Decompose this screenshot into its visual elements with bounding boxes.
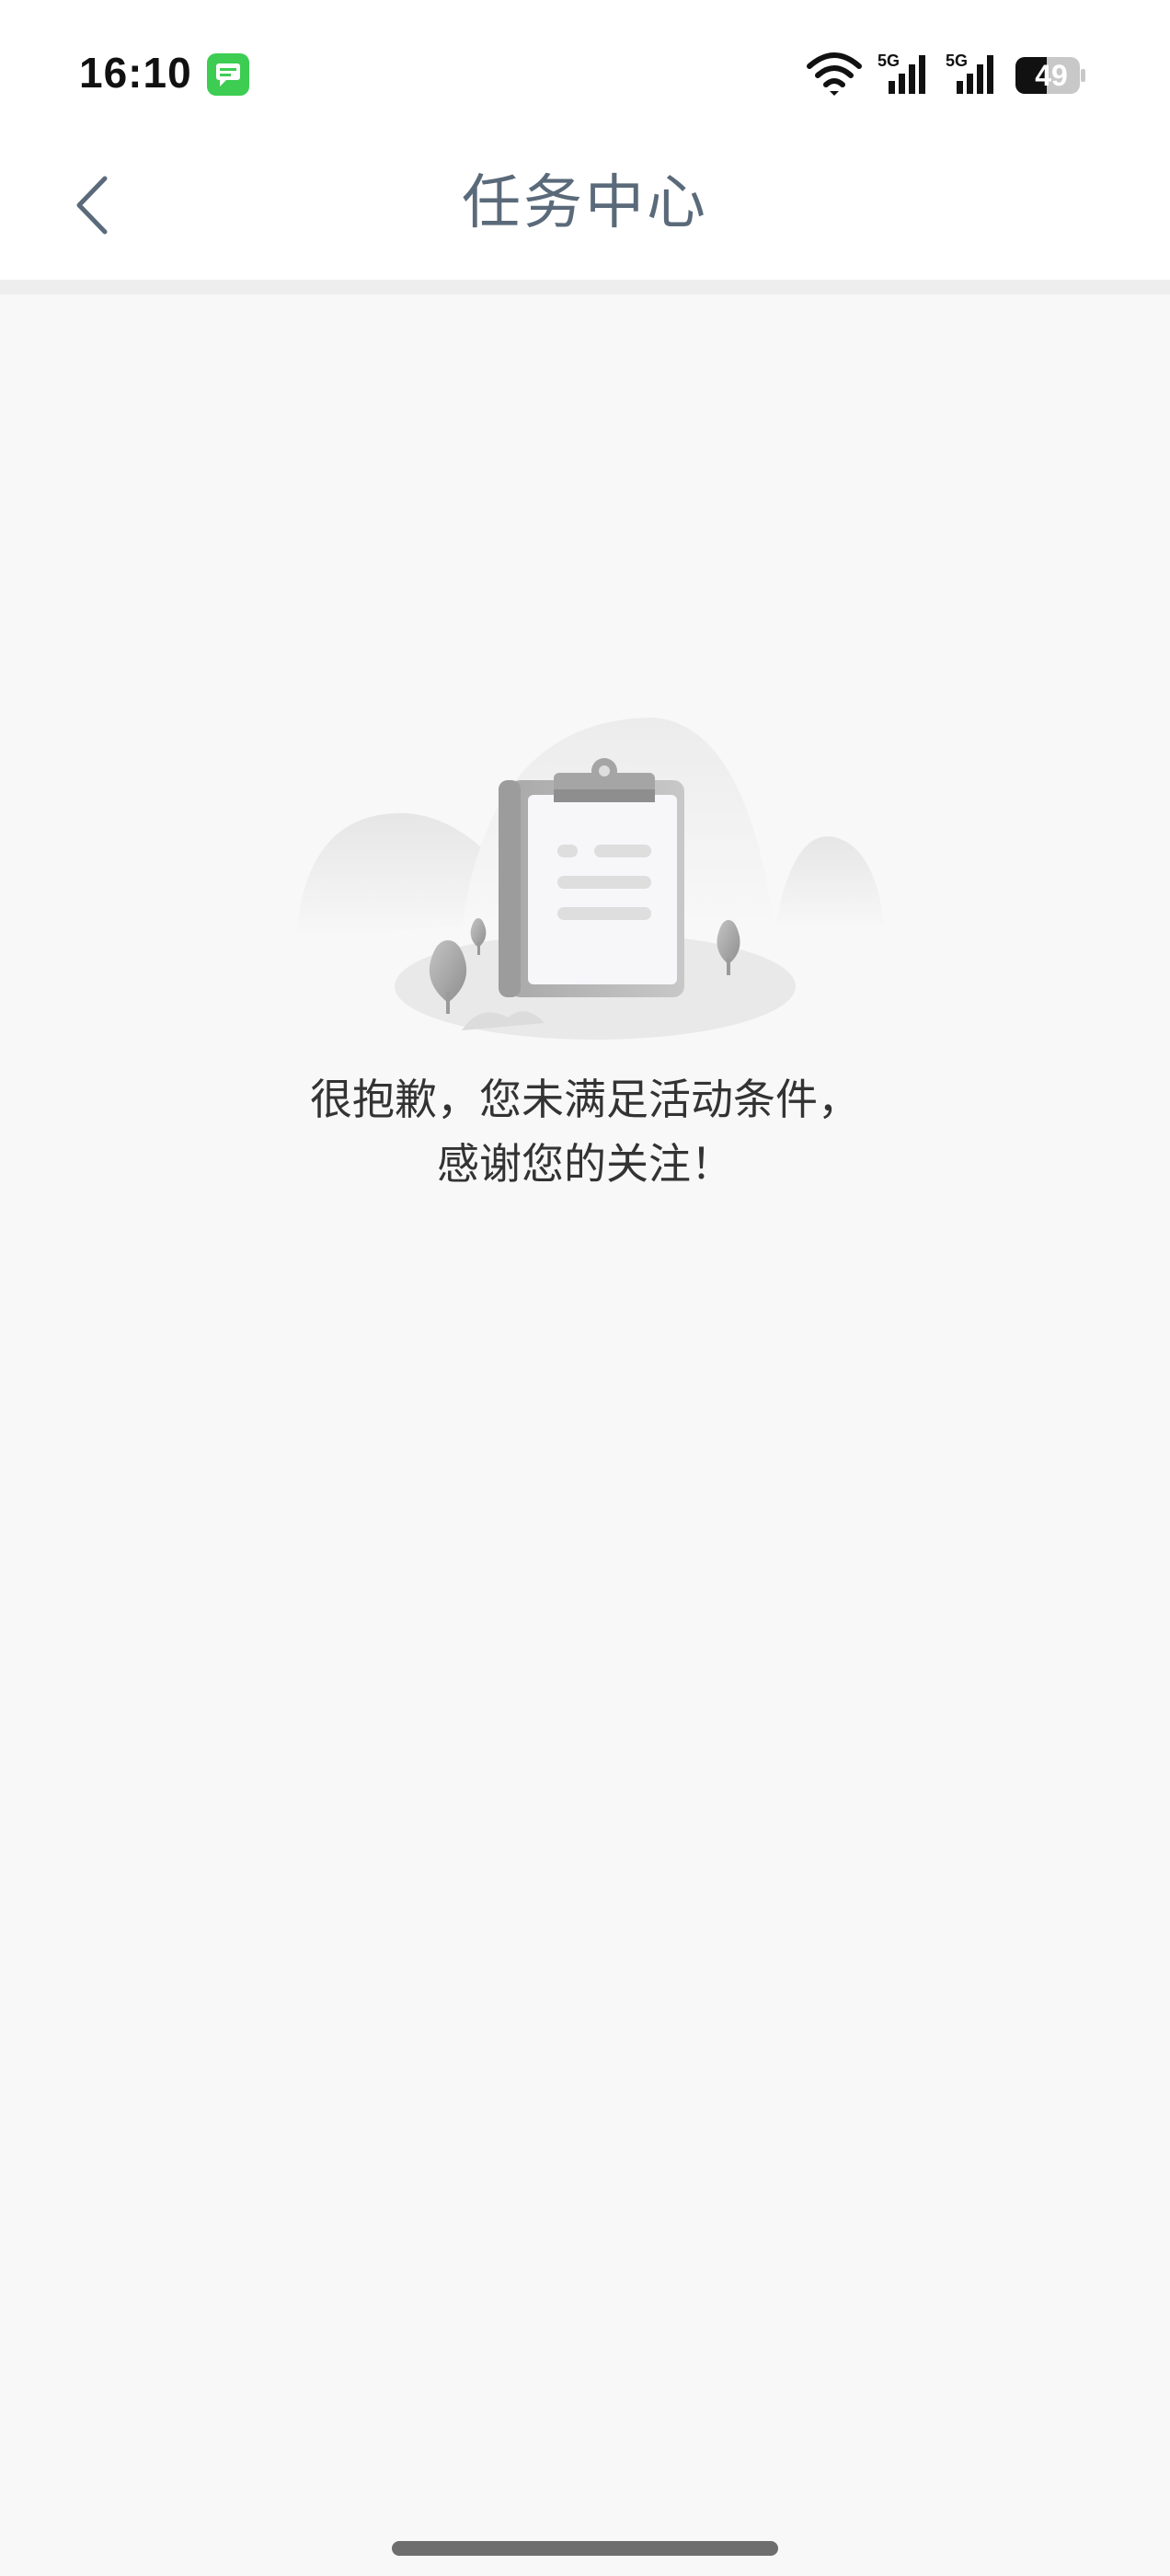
network-label: 5G — [946, 52, 968, 70]
nav-bar: 任务中心 — [0, 138, 1170, 280]
messages-icon — [207, 53, 249, 96]
home-indicator[interactable] — [392, 2541, 778, 2556]
nav-divider — [0, 280, 1170, 294]
battery-level: 49 — [1035, 59, 1068, 92]
empty-state-message: 很抱歉，您未满足活动条件， 感谢您的关注！ — [0, 1067, 1170, 1196]
status-bar: 16:10 5G 5G 49 — [0, 0, 1170, 138]
status-time: 16:10 — [79, 49, 192, 97]
wifi-icon — [807, 52, 862, 96]
signal-icon: 5G — [946, 52, 993, 94]
page-title: 任务中心 — [462, 169, 708, 237]
empty-state-line1: 很抱歉，您未满足活动条件， — [310, 1075, 860, 1124]
network-label: 5G — [878, 52, 900, 70]
empty-state-line2: 感谢您的关注！ — [437, 1139, 733, 1189]
signal-icon: 5G — [878, 52, 925, 94]
clipboard-icon — [296, 718, 885, 1040]
